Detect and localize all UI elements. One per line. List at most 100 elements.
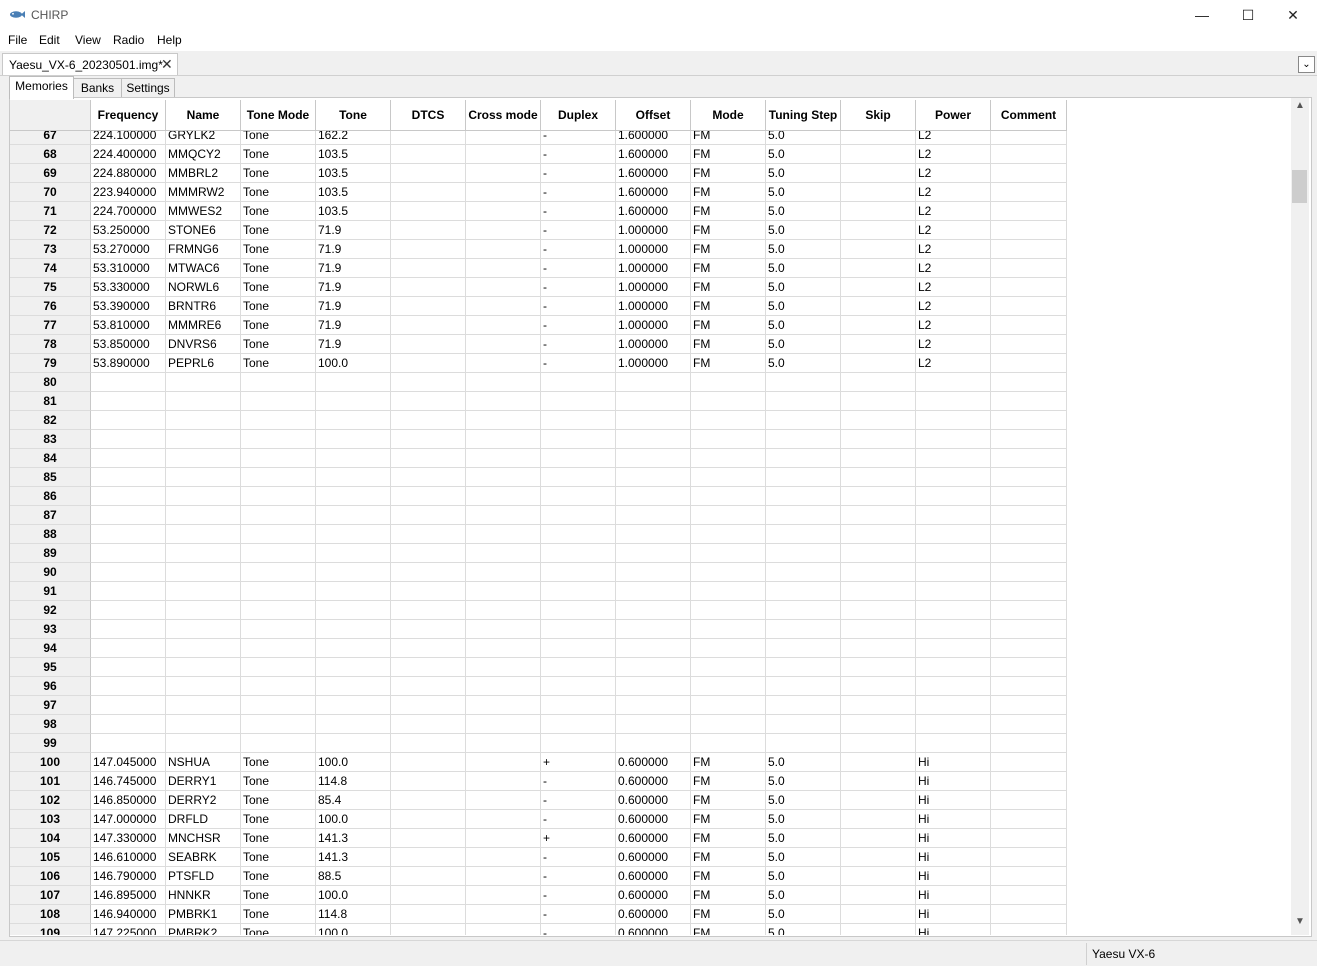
row-number-cell[interactable]: 85 (10, 468, 91, 487)
cell-tuning-step[interactable] (766, 734, 841, 753)
column-header-dtcs[interactable]: DTCS (391, 100, 466, 131)
cell-power[interactable]: L2 (916, 278, 991, 297)
cell-tone[interactable] (316, 468, 391, 487)
cell-duplex[interactable]: - (541, 905, 616, 924)
cell-name[interactable]: NSHUA (166, 753, 241, 772)
cell-mode[interactable]: FM (691, 164, 766, 183)
cell-comment[interactable] (991, 449, 1067, 468)
cell-cross-mode[interactable] (466, 259, 541, 278)
cell-comment[interactable] (991, 354, 1067, 373)
cell-name[interactable]: DERRY2 (166, 791, 241, 810)
cell-offset[interactable]: 1.600000 (616, 183, 691, 202)
column-header-tone-mode[interactable]: Tone Mode (241, 100, 316, 131)
cell-cross-mode[interactable] (466, 772, 541, 791)
cell-cross-mode[interactable] (466, 487, 541, 506)
cell-cross-mode[interactable] (466, 297, 541, 316)
cell-power[interactable] (916, 734, 991, 753)
cell-cross-mode[interactable] (466, 886, 541, 905)
cell-dtcs[interactable] (391, 563, 466, 582)
cell-skip[interactable] (841, 278, 916, 297)
cell-power[interactable]: Hi (916, 829, 991, 848)
cell-skip[interactable] (841, 259, 916, 278)
cell-mode[interactable]: FM (691, 886, 766, 905)
cell-mode[interactable]: FM (691, 354, 766, 373)
column-header-frequency[interactable]: Frequency (91, 100, 166, 131)
cell-dtcs[interactable] (391, 354, 466, 373)
cell-skip[interactable] (841, 658, 916, 677)
cell-skip[interactable] (841, 772, 916, 791)
cell-frequency[interactable] (91, 373, 166, 392)
cell-comment[interactable] (991, 582, 1067, 601)
table-row[interactable]: 69 224.880000 MMBRL2 Tone 103.5 -1.600000 FM 5.… (10, 164, 1067, 183)
cell-skip[interactable] (841, 582, 916, 601)
cell-tone-mode[interactable]: Tone (241, 164, 316, 183)
cell-dtcs[interactable] (391, 639, 466, 658)
cell-offset[interactable]: 1.000000 (616, 316, 691, 335)
cell-name[interactable] (166, 582, 241, 601)
cell-dtcs[interactable] (391, 772, 466, 791)
cell-tone[interactable]: 71.9 (316, 335, 391, 354)
cell-skip[interactable] (841, 715, 916, 734)
cell-name[interactable]: PEPRL6 (166, 354, 241, 373)
cell-tone[interactable] (316, 734, 391, 753)
cell-frequency[interactable]: 224.400000 (91, 145, 166, 164)
cell-duplex[interactable]: - (541, 810, 616, 829)
cell-dtcs[interactable] (391, 791, 466, 810)
cell-tone-mode[interactable]: Tone (241, 829, 316, 848)
cell-name[interactable] (166, 468, 241, 487)
cell-tuning-step[interactable]: 5.0 (766, 772, 841, 791)
cell-duplex[interactable] (541, 620, 616, 639)
row-number-cell[interactable]: 96 (10, 677, 91, 696)
table-row[interactable]: 106 146.790000 PTSFLD Tone 88.5 -0.600000 FM 5.… (10, 867, 1067, 886)
table-row[interactable]: 92 (10, 601, 1067, 620)
cell-cross-mode[interactable] (466, 867, 541, 886)
cell-name[interactable]: MMWES2 (166, 202, 241, 221)
cell-tuning-step[interactable]: 5.0 (766, 131, 841, 145)
cell-duplex[interactable]: - (541, 316, 616, 335)
cell-offset[interactable] (616, 563, 691, 582)
cell-frequency[interactable] (91, 563, 166, 582)
cell-cross-mode[interactable] (466, 753, 541, 772)
tab-banks[interactable]: Banks (73, 78, 122, 98)
row-number-cell[interactable]: 107 (10, 886, 91, 905)
cell-tuning-step[interactable]: 5.0 (766, 316, 841, 335)
cell-name[interactable]: SEABRK (166, 848, 241, 867)
cell-tuning-step[interactable] (766, 715, 841, 734)
cell-duplex[interactable] (541, 449, 616, 468)
cell-frequency[interactable]: 146.610000 (91, 848, 166, 867)
cell-skip[interactable] (841, 449, 916, 468)
cell-cross-mode[interactable] (466, 544, 541, 563)
cell-frequency[interactable]: 224.100000 (91, 131, 166, 145)
cell-skip[interactable] (841, 924, 916, 935)
cell-dtcs[interactable] (391, 411, 466, 430)
cell-tuning-step[interactable]: 5.0 (766, 924, 841, 935)
cell-name[interactable]: BRNTR6 (166, 297, 241, 316)
cell-tone[interactable]: 100.0 (316, 810, 391, 829)
cell-tone-mode[interactable] (241, 506, 316, 525)
cell-power[interactable] (916, 487, 991, 506)
cell-mode[interactable] (691, 449, 766, 468)
cell-tuning-step[interactable]: 5.0 (766, 202, 841, 221)
cell-cross-mode[interactable] (466, 164, 541, 183)
cell-tone[interactable] (316, 715, 391, 734)
cell-dtcs[interactable] (391, 924, 466, 935)
cell-tone-mode[interactable]: Tone (241, 772, 316, 791)
cell-power[interactable]: L2 (916, 164, 991, 183)
cell-tone[interactable]: 100.0 (316, 753, 391, 772)
cell-name[interactable] (166, 525, 241, 544)
row-number-cell[interactable]: 103 (10, 810, 91, 829)
cell-frequency[interactable]: 53.330000 (91, 278, 166, 297)
cell-name[interactable] (166, 620, 241, 639)
table-row[interactable]: 95 (10, 658, 1067, 677)
cell-comment[interactable] (991, 886, 1067, 905)
cell-dtcs[interactable] (391, 601, 466, 620)
cell-name[interactable] (166, 734, 241, 753)
cell-dtcs[interactable] (391, 183, 466, 202)
cell-tuning-step[interactable]: 5.0 (766, 810, 841, 829)
cell-tone-mode[interactable] (241, 525, 316, 544)
cell-duplex[interactable]: - (541, 924, 616, 935)
cell-dtcs[interactable] (391, 316, 466, 335)
cell-skip[interactable] (841, 430, 916, 449)
table-row[interactable]: 82 (10, 411, 1067, 430)
row-number-cell[interactable]: 82 (10, 411, 91, 430)
